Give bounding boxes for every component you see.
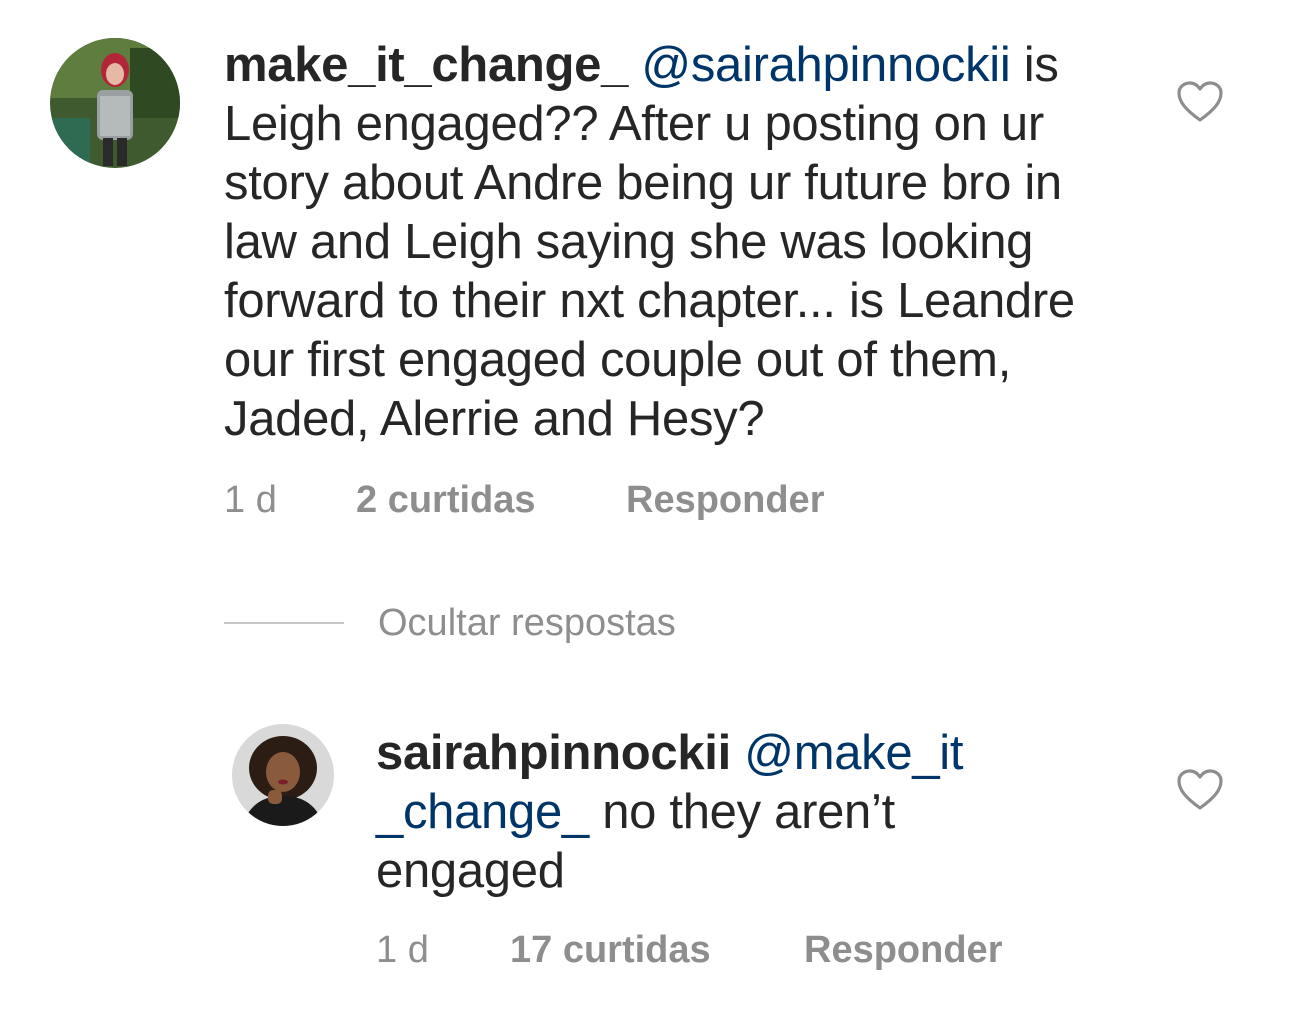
comment-line: Leigh engaged?? After u posting on ur	[224, 97, 1044, 151]
reply-line: _change_ no they aren’t	[376, 783, 1136, 842]
hide-replies-toggle[interactable]: Ocultar respostas	[224, 600, 824, 648]
reply-text-fragment: no they aren’t	[588, 785, 895, 839]
comment-line: story about Andre being ur future bro in	[224, 156, 1062, 210]
reply-button[interactable]: Responder	[804, 928, 1002, 972]
comment-mention[interactable]: @sairahpinnockii	[641, 38, 1010, 92]
reply-likes-count[interactable]: 17 curtidas	[510, 928, 711, 972]
reply-line: sairahpinnockii @make_it	[376, 724, 1136, 783]
comment-timestamp: 1 d	[224, 479, 277, 521]
comment-line: our first engaged couple out of them,	[224, 333, 1012, 387]
reply-meta: 1 d 17 curtidas Responder	[376, 928, 1076, 972]
avatar-photo	[50, 38, 180, 168]
divider-line	[224, 622, 344, 624]
comment-line: law and Leigh saying she was looking	[224, 215, 1034, 269]
avatar-photo	[232, 724, 334, 826]
comment-line: forward to their nxt chapter... is Leand…	[224, 274, 1075, 328]
reply-button[interactable]: Responder	[626, 478, 824, 522]
comment-text-fragment: is	[1010, 38, 1059, 92]
comment-likes-count[interactable]: 2 curtidas	[356, 478, 536, 522]
reply-text: sairahpinnockii @make_it _change_ no the…	[376, 724, 1136, 901]
comment-meta: 1 d 2 curtidas Responder	[224, 478, 924, 522]
hide-replies-label: Ocultar respostas	[378, 602, 676, 644]
avatar[interactable]	[232, 724, 334, 826]
comment-text: make_it_change_ @sairahpinnockii is Leig…	[224, 36, 1164, 449]
comment-username[interactable]: make_it_change_	[224, 38, 628, 92]
reply-timestamp: 1 d	[376, 929, 429, 971]
comment-line: make_it_change_ @sairahpinnockii is	[224, 36, 1164, 95]
heart-outline-icon[interactable]	[1176, 768, 1224, 812]
reply-mention[interactable]: @make_it	[744, 726, 963, 780]
reply-username[interactable]: sairahpinnockii	[376, 726, 731, 780]
comment-line: Jaded, Alerrie and Hesy?	[224, 392, 765, 446]
reply-mention[interactable]: _change_	[376, 785, 589, 839]
heart-outline-icon[interactable]	[1176, 80, 1224, 124]
reply-line: engaged	[376, 844, 565, 898]
avatar[interactable]	[50, 38, 180, 168]
